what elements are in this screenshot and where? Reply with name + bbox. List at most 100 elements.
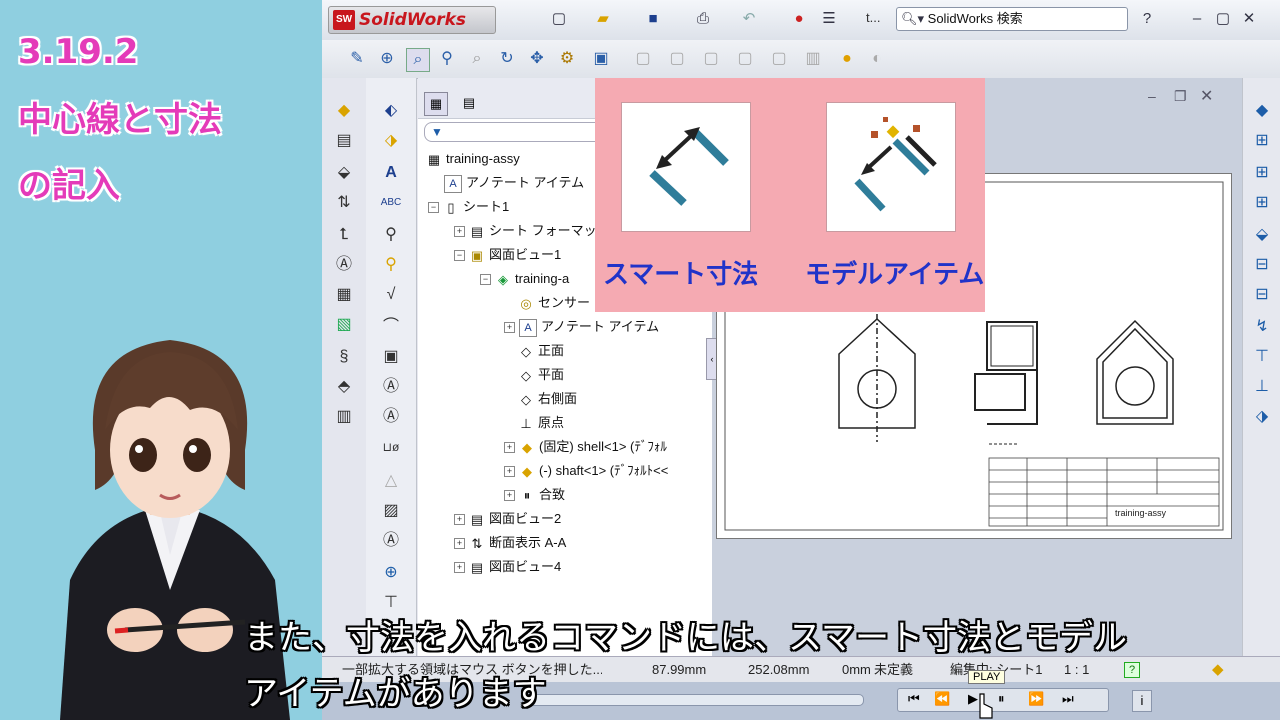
print-icon[interactable]: ⎙: [694, 10, 712, 28]
hidden-lines-icon[interactable]: ▢: [666, 48, 688, 70]
shaded-icon[interactable]: ▢: [768, 48, 790, 70]
note-icon[interactable]: A: [380, 162, 402, 184]
undo-icon[interactable]: ↶: [740, 10, 758, 28]
area-hatch-icon[interactable]: ▨: [380, 500, 402, 522]
expand-icon[interactable]: +: [454, 514, 465, 526]
tree-item[interactable]: ⊥ 原点: [518, 414, 564, 432]
tag-icon[interactable]: ◆: [1212, 657, 1224, 683]
seek-bar[interactable]: [522, 694, 864, 706]
tree-root[interactable]: ▦ training-assy: [426, 150, 520, 168]
zoom-selection-icon[interactable]: ⌕: [466, 48, 488, 70]
zoom-area-icon[interactable]: ⌕: [406, 48, 430, 72]
tree-item[interactable]: + ◆ (-) shaft<1> (ﾃﾞﾌｫﾙﾄ<<: [504, 462, 668, 480]
maximize-icon[interactable]: ▢: [1214, 10, 1232, 28]
tree-item[interactable]: + ▤ シート フォーマット1: [454, 222, 617, 240]
tree-item[interactable]: ◇ 平面: [518, 366, 564, 384]
fast-forward-icon[interactable]: ⏩: [1028, 691, 1044, 707]
tree-item[interactable]: ◇ 正面: [518, 342, 564, 360]
rewind-icon[interactable]: ⏪: [934, 691, 950, 707]
right-tool-6-icon[interactable]: ⊟: [1251, 254, 1273, 276]
break-icon[interactable]: §: [333, 346, 355, 368]
scene-icon[interactable]: ◐: [866, 48, 888, 70]
collapse-icon[interactable]: −: [428, 202, 439, 214]
save-icon[interactable]: ■: [644, 10, 662, 28]
expand-icon[interactable]: +: [504, 322, 515, 334]
info-button[interactable]: i: [1132, 690, 1152, 712]
expand-icon[interactable]: +: [504, 466, 515, 478]
smart-dimension-tool-icon[interactable]: ⬖: [380, 100, 402, 122]
broken-view-icon[interactable]: ▦: [333, 284, 355, 306]
right-tool-7-icon[interactable]: ⊟: [1251, 284, 1273, 306]
block-icon[interactable]: Ⓐ: [380, 530, 402, 552]
rebuild-icon[interactable]: ●: [790, 10, 808, 28]
right-tool-9-icon[interactable]: ⊤: [1251, 346, 1273, 368]
app-menu-button[interactable]: SW SolidWorks: [328, 6, 496, 34]
alternate-view-icon[interactable]: ⬘: [333, 376, 355, 398]
detail-view-icon[interactable]: Ⓐ: [333, 254, 355, 276]
search-box[interactable]: 🔍︎▾ SolidWorks 検索: [896, 7, 1128, 31]
layout-icon[interactable]: ▤: [333, 130, 355, 152]
right-tool-5-icon[interactable]: ⬙: [1251, 224, 1273, 246]
expand-icon[interactable]: +: [504, 490, 515, 502]
zoom-fit-icon[interactable]: ⊕: [376, 48, 398, 70]
model-items-tool-icon[interactable]: ◆: [333, 100, 355, 122]
collapse-icon[interactable]: −: [480, 274, 491, 286]
expand-icon[interactable]: +: [454, 538, 465, 550]
close-icon[interactable]: ✕: [1240, 10, 1258, 28]
doc-restore-icon[interactable]: ❐: [1174, 88, 1187, 105]
surface-finish-icon[interactable]: √: [380, 284, 402, 306]
geometric-tolerance-icon[interactable]: ▣: [380, 346, 402, 368]
rotate-icon[interactable]: ↻: [496, 48, 518, 70]
hole-callout-icon[interactable]: ⊔ø: [380, 436, 402, 458]
property-manager-tab-icon[interactable]: ▤: [458, 92, 480, 114]
display-style-icon[interactable]: ▣: [590, 48, 612, 70]
options-icon[interactable]: ☰: [820, 10, 838, 28]
tree-item[interactable]: + A アノテート アイテム: [504, 318, 659, 337]
expand-icon[interactable]: +: [454, 562, 465, 574]
zoom-in-out-icon[interactable]: ⚲: [436, 48, 458, 70]
section-tool-icon[interactable]: ⮤: [333, 224, 355, 246]
tree-item[interactable]: − ▣ 図面ビュー1: [454, 246, 561, 264]
last-frame-icon[interactable]: ⏭: [1062, 691, 1074, 707]
first-frame-icon[interactable]: ⏮: [908, 691, 920, 707]
predefined-view-icon[interactable]: ▥: [333, 406, 355, 428]
shaded-edges-icon[interactable]: ▢: [734, 48, 756, 70]
right-tool-2-icon[interactable]: ⊞: [1251, 130, 1273, 152]
crop-view-icon[interactable]: ▧: [333, 314, 355, 336]
tree-item[interactable]: + ▤ 図面ビュー4: [454, 558, 561, 576]
doc-close-icon[interactable]: ✕: [1200, 86, 1213, 106]
auto-balloon-icon[interactable]: ⚲: [380, 254, 402, 276]
right-tool-1-icon[interactable]: ◆: [1251, 100, 1273, 122]
pan-icon[interactable]: ✥: [526, 48, 548, 70]
projected-view-icon[interactable]: ⬙: [333, 162, 355, 184]
tree-item[interactable]: + ◆ (固定) shell<1> (ﾃﾞﾌｫﾙ: [504, 438, 667, 456]
tree-item[interactable]: + ⏸ 合致: [504, 486, 565, 504]
appearance-icon[interactable]: ●: [836, 48, 858, 70]
right-tool-8-icon[interactable]: ↯: [1251, 316, 1273, 338]
new-document-icon[interactable]: ▢: [550, 10, 568, 28]
status-scale[interactable]: 1 : 1: [1064, 657, 1089, 683]
section-view-icon[interactable]: ▥: [802, 48, 824, 70]
open-folder-icon[interactable]: ▰: [594, 10, 612, 28]
tree-item[interactable]: ◎ センサー: [518, 294, 590, 312]
tree-item[interactable]: ◇ 右側面: [518, 390, 577, 408]
view-orientation-icon[interactable]: ⚙: [556, 48, 578, 70]
center-mark-icon[interactable]: ⊕: [380, 562, 402, 584]
minimize-icon[interactable]: –: [1188, 10, 1206, 28]
hidden-removed-icon[interactable]: ▢: [700, 48, 722, 70]
right-tool-11-icon[interactable]: ⬗: [1251, 406, 1273, 428]
datum-target-icon[interactable]: Ⓐ: [380, 406, 402, 428]
doc-minimize-icon[interactable]: –: [1148, 88, 1156, 104]
right-tool-10-icon[interactable]: ⊥: [1251, 376, 1273, 398]
model-items-icon[interactable]: ⬗: [380, 130, 402, 152]
select-icon[interactable]: ✎: [346, 48, 368, 70]
tree-item[interactable]: + ⇅ 断面表示 A-A: [454, 534, 566, 552]
balloon-icon[interactable]: ⚲: [380, 224, 402, 246]
expand-icon[interactable]: +: [504, 442, 515, 454]
revision-symbol-icon[interactable]: △: [380, 470, 402, 492]
aux-view-icon[interactable]: ⇅: [333, 192, 355, 214]
help-icon[interactable]: ?: [1138, 10, 1156, 28]
datum-feature-icon[interactable]: Ⓐ: [380, 376, 402, 398]
status-help-icon[interactable]: ?: [1124, 662, 1140, 678]
tree-item[interactable]: − ◈ training-a: [480, 270, 569, 288]
